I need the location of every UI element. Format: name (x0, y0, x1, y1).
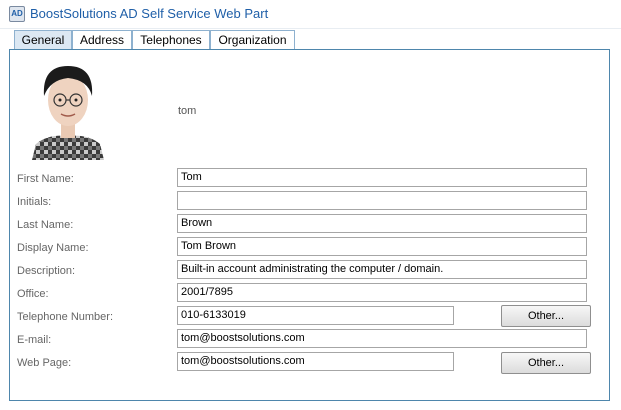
email-field[interactable]: tom@boostsolutions.com (177, 329, 587, 348)
description-field[interactable]: Built-in account administrating the comp… (177, 260, 587, 279)
first-name-field[interactable]: Tom (177, 168, 587, 187)
initials-field[interactable] (177, 191, 587, 210)
office-field[interactable]: 2001/7895 (177, 283, 587, 302)
tab-telephones[interactable]: Telephones (132, 30, 210, 49)
display-name-field[interactable]: Tom Brown (177, 237, 587, 256)
telephone-other-button[interactable]: Other... (501, 305, 591, 327)
title-bar: AD BoostSolutions AD Self Service Web Pa… (0, 0, 621, 29)
first-name-label: First Name: (17, 173, 74, 185)
web-page-field[interactable]: tom@boostsolutions.com (177, 352, 454, 371)
display-name-label: Display Name: (17, 242, 89, 254)
office-label: Office: (17, 288, 49, 300)
last-name-field[interactable]: Brown (177, 214, 587, 233)
app-title: BoostSolutions AD Self Service Web Part (30, 6, 269, 21)
tab-general[interactable]: General (14, 30, 72, 49)
web-page-other-button[interactable]: Other... (501, 352, 591, 374)
telephone-number-label: Telephone Number: (17, 311, 114, 323)
web-page-label: Web Page: (17, 357, 72, 369)
ad-self-service-icon: AD (9, 6, 25, 22)
telephone-number-field[interactable]: 010-6133019 (177, 306, 454, 325)
last-name-label: Last Name: (17, 219, 74, 231)
tab-address[interactable]: Address (72, 30, 132, 49)
initials-label: Initials: (17, 196, 52, 208)
email-label: E-mail: (17, 334, 52, 346)
description-label: Description: (17, 265, 76, 277)
tab-organization[interactable]: Organization (210, 30, 295, 49)
username-text: tom (178, 105, 197, 117)
user-avatar-photo (32, 66, 104, 160)
